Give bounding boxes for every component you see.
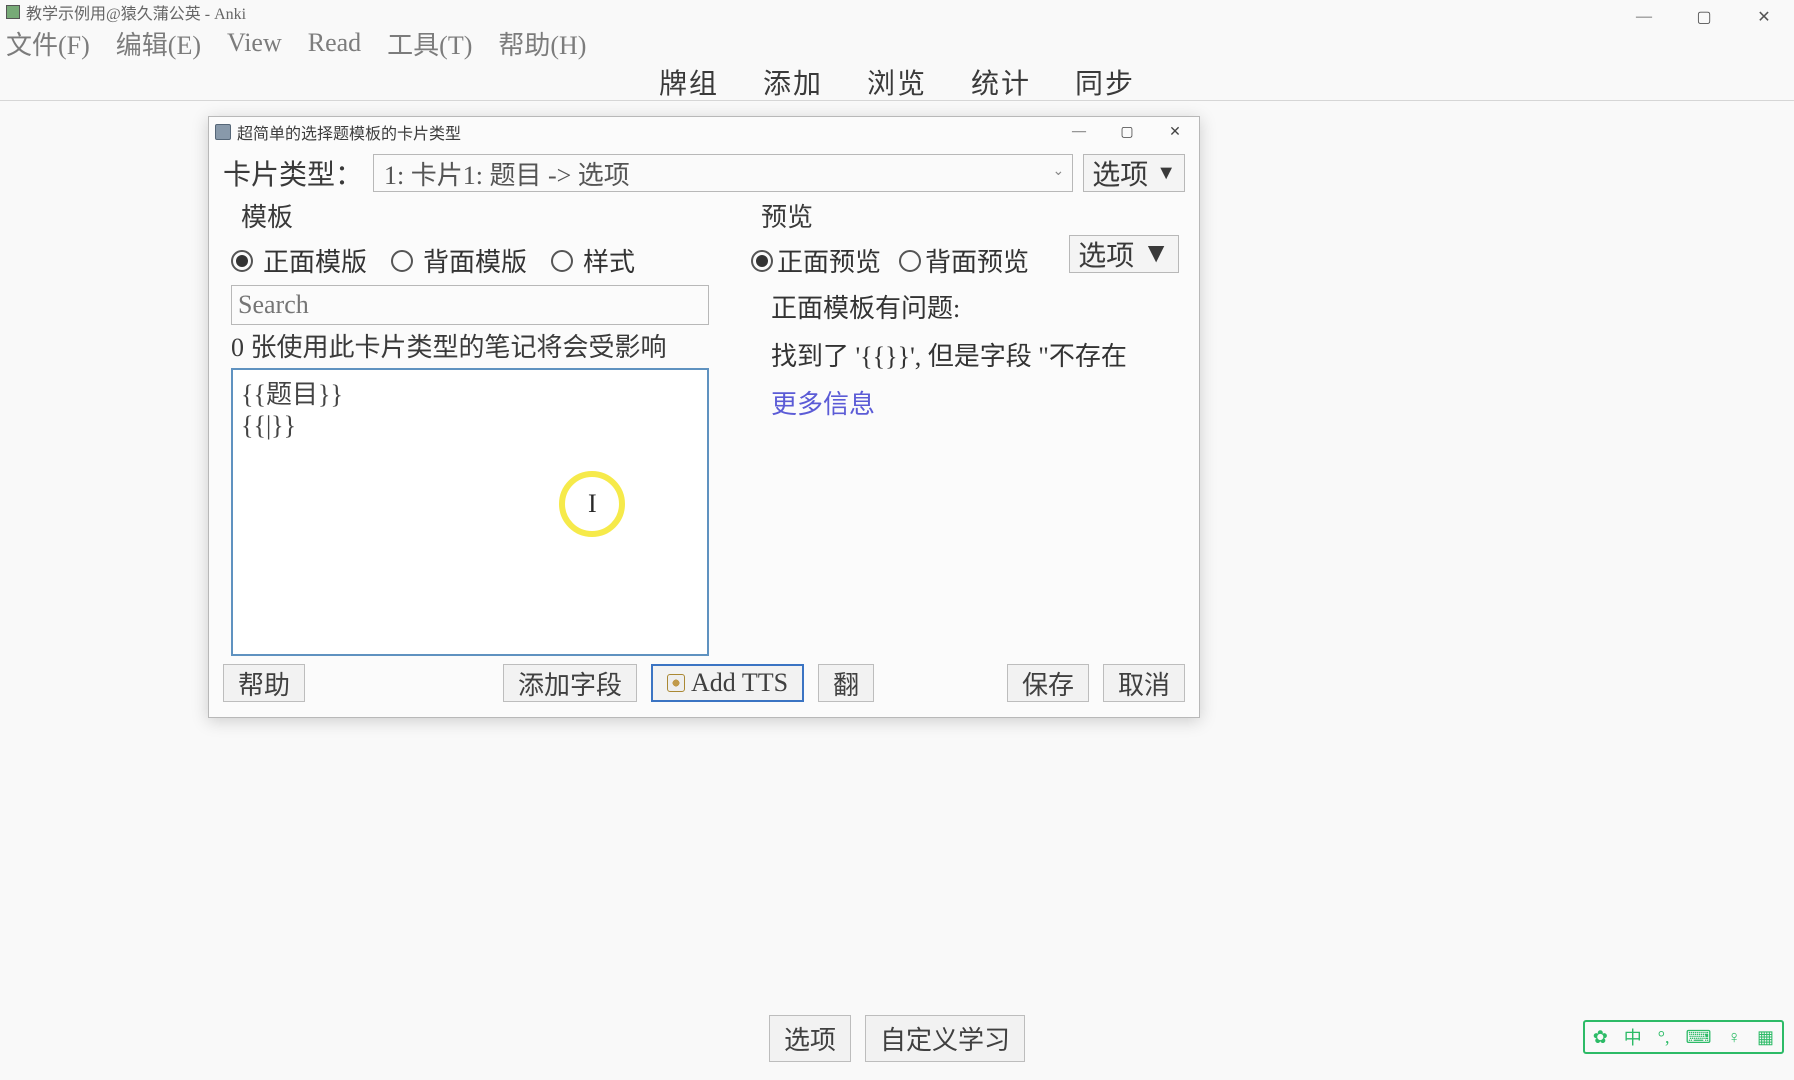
close-button[interactable]: ✕ bbox=[1734, 0, 1794, 34]
custom-study-button[interactable]: 自定义学习 bbox=[865, 1015, 1025, 1062]
dialog-minimize-button[interactable]: — bbox=[1055, 117, 1103, 147]
card-type-select[interactable]: 1: 卡片1: 题目 -> 选项 ⌄ bbox=[373, 154, 1073, 192]
dialog-body: 卡片类型： 1: 卡片1: 题目 -> 选项 ⌄ 选项 ▼ 模板 正面模 bbox=[223, 151, 1185, 655]
ime-punct: °, bbox=[1658, 1027, 1670, 1048]
card-type-row: 卡片类型： 1: 卡片1: 题目 -> 选项 ⌄ 选项 ▼ bbox=[223, 151, 1185, 195]
radio-back-template[interactable] bbox=[391, 250, 413, 272]
flip-button[interactable]: 翻 bbox=[818, 664, 874, 702]
dialog-title: 超简单的选择题模板的卡片类型 bbox=[237, 120, 461, 144]
cancel-button[interactable]: 取消 bbox=[1103, 664, 1185, 702]
preview-options-wrap: 选项 ▼ bbox=[1069, 235, 1179, 273]
radio-style-label: 样式 bbox=[583, 242, 635, 279]
tab-decks[interactable]: 牌组 bbox=[653, 62, 725, 102]
tts-icon bbox=[667, 674, 685, 692]
add-tts-button[interactable]: Add TTS bbox=[651, 664, 804, 702]
template-search-box[interactable] bbox=[231, 285, 709, 325]
card-type-options-button[interactable]: 选项 ▼ bbox=[1083, 154, 1185, 192]
options-button[interactable]: 选项 bbox=[769, 1015, 851, 1062]
radio-front-preview[interactable] bbox=[751, 250, 773, 272]
menu-read[interactable]: Read bbox=[306, 28, 363, 58]
card-type-value: 1: 卡片1: 题目 -> 选项 bbox=[384, 155, 630, 192]
radio-front-template-label: 正面模版 bbox=[263, 242, 367, 279]
tab-stats[interactable]: 统计 bbox=[965, 62, 1037, 102]
dialog-footer: 帮助 添加字段 Add TTS 翻 保存 取消 bbox=[223, 659, 1185, 707]
main-bottom-buttons: 选项 自定义学习 bbox=[0, 1015, 1794, 1062]
dialog-window-controls: — ▢ ✕ bbox=[1055, 117, 1199, 147]
menu-tools[interactable]: 工具(T) bbox=[385, 25, 474, 62]
radio-back-preview-label: 背面预览 bbox=[925, 242, 1029, 279]
radio-style[interactable] bbox=[551, 250, 573, 272]
preview-content: 正面模板有问题: 找到了 '{{}}', 但是字段 "不存在 更多信息 bbox=[743, 291, 1185, 423]
ime-paw-icon: ✿ bbox=[1593, 1027, 1608, 1048]
text-cursor-icon: I bbox=[588, 489, 597, 519]
radio-front-preview-label: 正面预览 bbox=[777, 242, 881, 279]
ime-keyboard-icon: ⌨ bbox=[1686, 1027, 1712, 1048]
radio-front-template[interactable] bbox=[231, 250, 253, 272]
footer-right-group: 保存 取消 bbox=[1007, 664, 1185, 702]
menu-file[interactable]: 文件(F) bbox=[4, 25, 92, 62]
ime-person-icon: ♀ bbox=[1727, 1027, 1741, 1048]
preview-panel: 预览 正面预览 背面预览 选项 ▼ 正面模板有问题: bbox=[743, 197, 1185, 637]
menu-edit[interactable]: 编辑(E) bbox=[114, 25, 203, 62]
card-type-label: 卡片类型： bbox=[223, 153, 363, 193]
anki-main-window: 教学示例用@猿久蒲公英 - Anki — ▢ ✕ 文件(F) 编辑(E) Vie… bbox=[0, 0, 1794, 1080]
tab-sync[interactable]: 同步 bbox=[1069, 62, 1141, 102]
triangle-down-icon: ▼ bbox=[1156, 162, 1176, 185]
maximize-button[interactable]: ▢ bbox=[1674, 0, 1734, 34]
radio-back-template-label: 背面模版 bbox=[423, 242, 527, 279]
triangle-down-icon: ▼ bbox=[1142, 238, 1170, 270]
main-window-controls: — ▢ ✕ bbox=[1614, 0, 1794, 34]
add-tts-label: Add TTS bbox=[691, 668, 788, 698]
tab-browse[interactable]: 浏览 bbox=[861, 62, 933, 102]
preview-group-label: 预览 bbox=[761, 197, 1185, 234]
add-field-button[interactable]: 添加字段 bbox=[503, 664, 637, 702]
preview-error-line1: 正面模板有问题: bbox=[771, 291, 1185, 327]
radio-back-preview[interactable] bbox=[899, 250, 921, 272]
search-input[interactable] bbox=[232, 290, 708, 320]
ime-lang: 中 bbox=[1624, 1024, 1642, 1050]
columns: 模板 正面模版 背面模版 样式 0 张使用此卡片类型的笔记将会受影响 {{题目}… bbox=[223, 197, 1185, 637]
preview-error-line2: 找到了 '{{}}', 但是字段 "不存在 bbox=[771, 339, 1185, 375]
main-tabs: 牌组 添加 浏览 统计 同步 bbox=[0, 62, 1794, 102]
preview-options-button[interactable]: 选项 ▼ bbox=[1069, 235, 1179, 273]
template-code-editor[interactable]: {{题目}} {{|}} bbox=[231, 368, 709, 656]
menu-bar: 文件(F) 编辑(E) View Read 工具(T) 帮助(H) bbox=[0, 24, 1794, 58]
tab-add[interactable]: 添加 bbox=[757, 62, 829, 102]
menu-view[interactable]: View bbox=[225, 28, 284, 58]
anki-app-icon bbox=[6, 5, 20, 19]
main-title-text: 教学示例用@猿久蒲公英 - Anki bbox=[26, 0, 246, 24]
save-button[interactable]: 保存 bbox=[1007, 664, 1089, 702]
help-button[interactable]: 帮助 bbox=[223, 664, 305, 702]
dialog-close-button[interactable]: ✕ bbox=[1151, 117, 1199, 147]
template-radio-row: 正面模版 背面模版 样式 bbox=[231, 242, 731, 279]
affected-notes-info: 0 张使用此卡片类型的笔记将会受影响 bbox=[231, 327, 731, 364]
dialog-maximize-button[interactable]: ▢ bbox=[1103, 117, 1151, 147]
options-label: 选项 bbox=[1092, 153, 1148, 193]
main-titlebar: 教学示例用@猿久蒲公英 - Anki bbox=[0, 0, 1794, 24]
template-panel: 模板 正面模版 背面模版 样式 0 张使用此卡片类型的笔记将会受影响 {{题目}… bbox=[223, 197, 731, 637]
card-types-dialog: 超简单的选择题模板的卡片类型 — ▢ ✕ 卡片类型： 1: 卡片1: 题目 ->… bbox=[208, 116, 1200, 718]
minimize-button[interactable]: — bbox=[1614, 0, 1674, 34]
code-text: {{题目}} {{|}} bbox=[241, 380, 343, 440]
dialog-icon bbox=[215, 124, 231, 140]
template-group-label: 模板 bbox=[241, 197, 731, 234]
divider bbox=[0, 100, 1794, 101]
preview-options-label: 选项 bbox=[1078, 234, 1134, 274]
menu-help[interactable]: 帮助(H) bbox=[496, 25, 588, 62]
chevron-down-icon: ⌄ bbox=[1052, 163, 1064, 180]
dialog-titlebar: 超简单的选择题模板的卡片类型 bbox=[209, 117, 1199, 147]
ime-tray[interactable]: ✿ 中 °, ⌨ ♀ ▦ bbox=[1583, 1020, 1784, 1054]
ime-grid-icon: ▦ bbox=[1757, 1027, 1774, 1048]
more-info-link[interactable]: 更多信息 bbox=[771, 387, 1185, 423]
footer-center-group: 添加字段 Add TTS 翻 bbox=[503, 664, 874, 702]
